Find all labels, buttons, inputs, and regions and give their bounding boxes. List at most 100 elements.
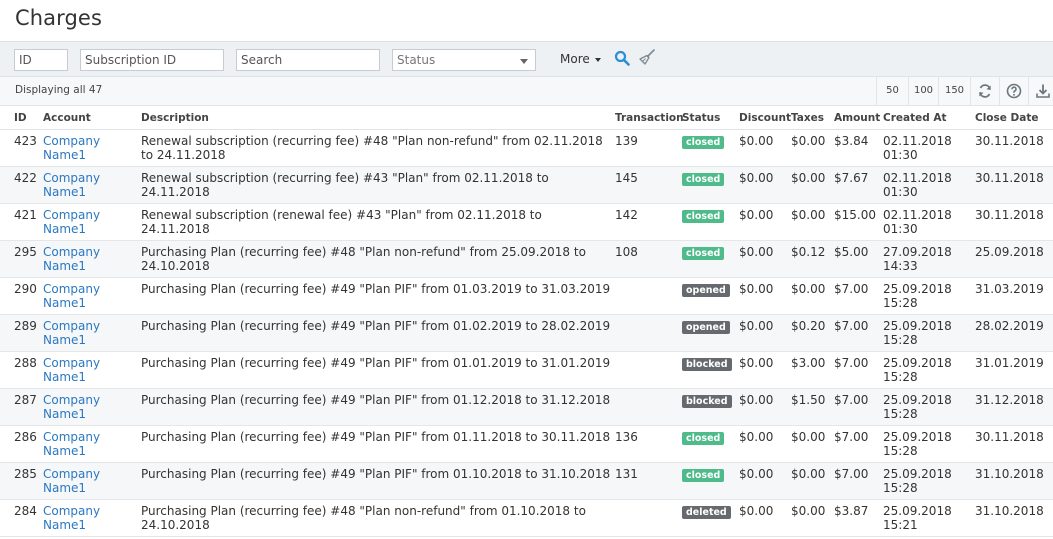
table-row[interactable]: 421 Company Name1 Renewal subscription (re… bbox=[0, 203, 1053, 241]
table-row[interactable]: 289 Company Name1 Purchasing Plan (recurri… bbox=[0, 314, 1053, 352]
cell-taxes: $0.12 bbox=[789, 240, 832, 278]
cell-status: closed bbox=[680, 166, 737, 204]
status-filter-select[interactable]: Status bbox=[392, 49, 536, 71]
cell-status: opened bbox=[680, 314, 737, 352]
cell-status: closed bbox=[680, 129, 737, 167]
cell-id: 289 bbox=[0, 314, 41, 352]
cell-status: closed bbox=[680, 240, 737, 278]
cell-taxes: $0.00 bbox=[789, 462, 832, 500]
id-filter-input[interactable] bbox=[14, 49, 68, 71]
account-link[interactable]: Company Name1 bbox=[43, 356, 100, 384]
column-header-created-at[interactable]: Created At bbox=[881, 107, 973, 130]
search-input[interactable] bbox=[236, 49, 380, 71]
column-header-close-date[interactable]: Close Date bbox=[973, 107, 1053, 130]
broom-icon[interactable] bbox=[638, 48, 656, 66]
cell-taxes: $0.00 bbox=[789, 203, 832, 241]
table-row[interactable]: 423 Company Name1 Renewal subscription (re… bbox=[0, 129, 1053, 167]
column-header-status[interactable]: Status bbox=[680, 107, 737, 130]
cell-description: Purchasing Plan (recurring fee) #49 "Pla… bbox=[139, 277, 613, 315]
cell-account: Company Name1 bbox=[41, 314, 139, 352]
cell-close-date: 31.10.2018 bbox=[973, 499, 1053, 537]
account-link[interactable]: Company Name1 bbox=[43, 393, 100, 421]
table-row[interactable]: 422 Company Name1 Renewal subscription (re… bbox=[0, 166, 1053, 204]
table-row[interactable]: 295 Company Name1 Purchasing Plan (recurri… bbox=[0, 240, 1053, 278]
cell-description: Purchasing Plan (recurring fee) #49 "Pla… bbox=[139, 351, 613, 389]
status-badge: closed bbox=[682, 209, 725, 223]
cell-transaction bbox=[613, 351, 680, 389]
column-header-description[interactable]: Description bbox=[139, 107, 613, 130]
table-row[interactable]: 286 Company Name1 Purchasing Plan (recurri… bbox=[0, 425, 1053, 463]
table-row[interactable]: 284 Company Name1 Purchasing Plan (recurri… bbox=[0, 499, 1053, 537]
cell-created-at: 02.11.2018 01:30 bbox=[881, 203, 973, 241]
cell-amount: $7.00 bbox=[832, 351, 881, 389]
column-header-transaction[interactable]: Transaction bbox=[613, 107, 684, 130]
cell-created-at: 25.09.2018 15:28 bbox=[881, 388, 973, 426]
account-link[interactable]: Company Name1 bbox=[43, 245, 100, 273]
column-header-amount[interactable]: Amount bbox=[832, 107, 881, 130]
refresh-icon[interactable] bbox=[970, 77, 999, 105]
cell-amount: $7.00 bbox=[832, 314, 881, 352]
cell-taxes: $0.00 bbox=[789, 166, 832, 204]
cell-status: opened bbox=[680, 277, 737, 315]
cell-account: Company Name1 bbox=[41, 388, 139, 426]
cell-id: 423 bbox=[0, 129, 41, 167]
more-filters-label: More bbox=[560, 52, 590, 66]
column-header-account[interactable]: Account bbox=[41, 107, 139, 130]
cell-amount: $3.84 bbox=[832, 129, 881, 167]
cell-discount: $0.00 bbox=[737, 277, 789, 315]
page-size-50-button[interactable]: 50 bbox=[876, 77, 908, 105]
table-row[interactable]: 285 Company Name1 Purchasing Plan (recurri… bbox=[0, 462, 1053, 500]
cell-discount: $0.00 bbox=[737, 240, 789, 278]
cell-transaction bbox=[613, 277, 680, 315]
cell-id: 290 bbox=[0, 277, 41, 315]
status-badge: closed bbox=[682, 468, 725, 482]
table-row[interactable]: 287 Company Name1 Purchasing Plan (recurri… bbox=[0, 388, 1053, 426]
cell-status: blocked bbox=[680, 351, 737, 389]
account-link[interactable]: Company Name1 bbox=[43, 282, 100, 310]
more-filters-button[interactable]: More bbox=[560, 52, 601, 66]
cell-transaction bbox=[613, 314, 680, 352]
cell-discount: $0.00 bbox=[737, 425, 789, 463]
cell-close-date: 30.11.2018 bbox=[973, 129, 1053, 167]
cell-description: Purchasing Plan (recurring fee) #49 "Pla… bbox=[139, 314, 613, 352]
account-link[interactable]: Company Name1 bbox=[43, 134, 100, 162]
account-link[interactable]: Company Name1 bbox=[43, 504, 100, 532]
cell-taxes: $0.00 bbox=[789, 425, 832, 463]
column-header-id[interactable]: ID bbox=[0, 107, 41, 130]
account-link[interactable]: Company Name1 bbox=[43, 467, 100, 495]
cell-id: 295 bbox=[0, 240, 41, 278]
search-icon[interactable] bbox=[614, 50, 630, 66]
cell-close-date: 25.09.2018 bbox=[973, 240, 1053, 278]
column-header-discount[interactable]: Discount bbox=[737, 107, 791, 130]
table-row[interactable]: 290 Company Name1 Purchasing Plan (recurri… bbox=[0, 277, 1053, 315]
status-badge: blocked bbox=[682, 394, 732, 408]
cell-amount: $15.00 bbox=[832, 203, 881, 241]
cell-taxes: $0.00 bbox=[789, 499, 832, 537]
cell-close-date: 31.03.2019 bbox=[973, 277, 1053, 315]
page-size-150-button[interactable]: 150 bbox=[938, 77, 970, 105]
table-row[interactable]: 288 Company Name1 Purchasing Plan (recurri… bbox=[0, 351, 1053, 389]
cell-discount: $0.00 bbox=[737, 388, 789, 426]
cell-created-at: 25.09.2018 15:28 bbox=[881, 425, 973, 463]
cell-created-at: 25.09.2018 15:28 bbox=[881, 351, 973, 389]
subscription-id-filter-input[interactable] bbox=[80, 49, 224, 71]
cell-close-date: 30.11.2018 bbox=[973, 203, 1053, 241]
status-badge: opened bbox=[682, 283, 730, 297]
account-link[interactable]: Company Name1 bbox=[43, 208, 100, 236]
cell-status: blocked bbox=[680, 388, 737, 426]
column-header-taxes[interactable]: Taxes bbox=[789, 107, 832, 130]
cell-discount: $0.00 bbox=[737, 166, 789, 204]
cell-description: Purchasing Plan (recurring fee) #49 "Pla… bbox=[139, 462, 613, 500]
help-icon[interactable] bbox=[999, 77, 1028, 105]
cell-status: closed bbox=[680, 425, 737, 463]
download-icon[interactable] bbox=[1028, 77, 1053, 105]
cell-id: 288 bbox=[0, 351, 41, 389]
account-link[interactable]: Company Name1 bbox=[43, 171, 100, 199]
account-link[interactable]: Company Name1 bbox=[43, 430, 100, 458]
cell-amount: $7.00 bbox=[832, 277, 881, 315]
cell-description: Purchasing Plan (recurring fee) #49 "Pla… bbox=[139, 425, 613, 463]
cell-description: Purchasing Plan (recurring fee) #48 "Pla… bbox=[139, 499, 613, 537]
page-size-100-button[interactable]: 100 bbox=[908, 77, 938, 105]
cell-transaction: 131 bbox=[613, 462, 680, 500]
account-link[interactable]: Company Name1 bbox=[43, 319, 100, 347]
